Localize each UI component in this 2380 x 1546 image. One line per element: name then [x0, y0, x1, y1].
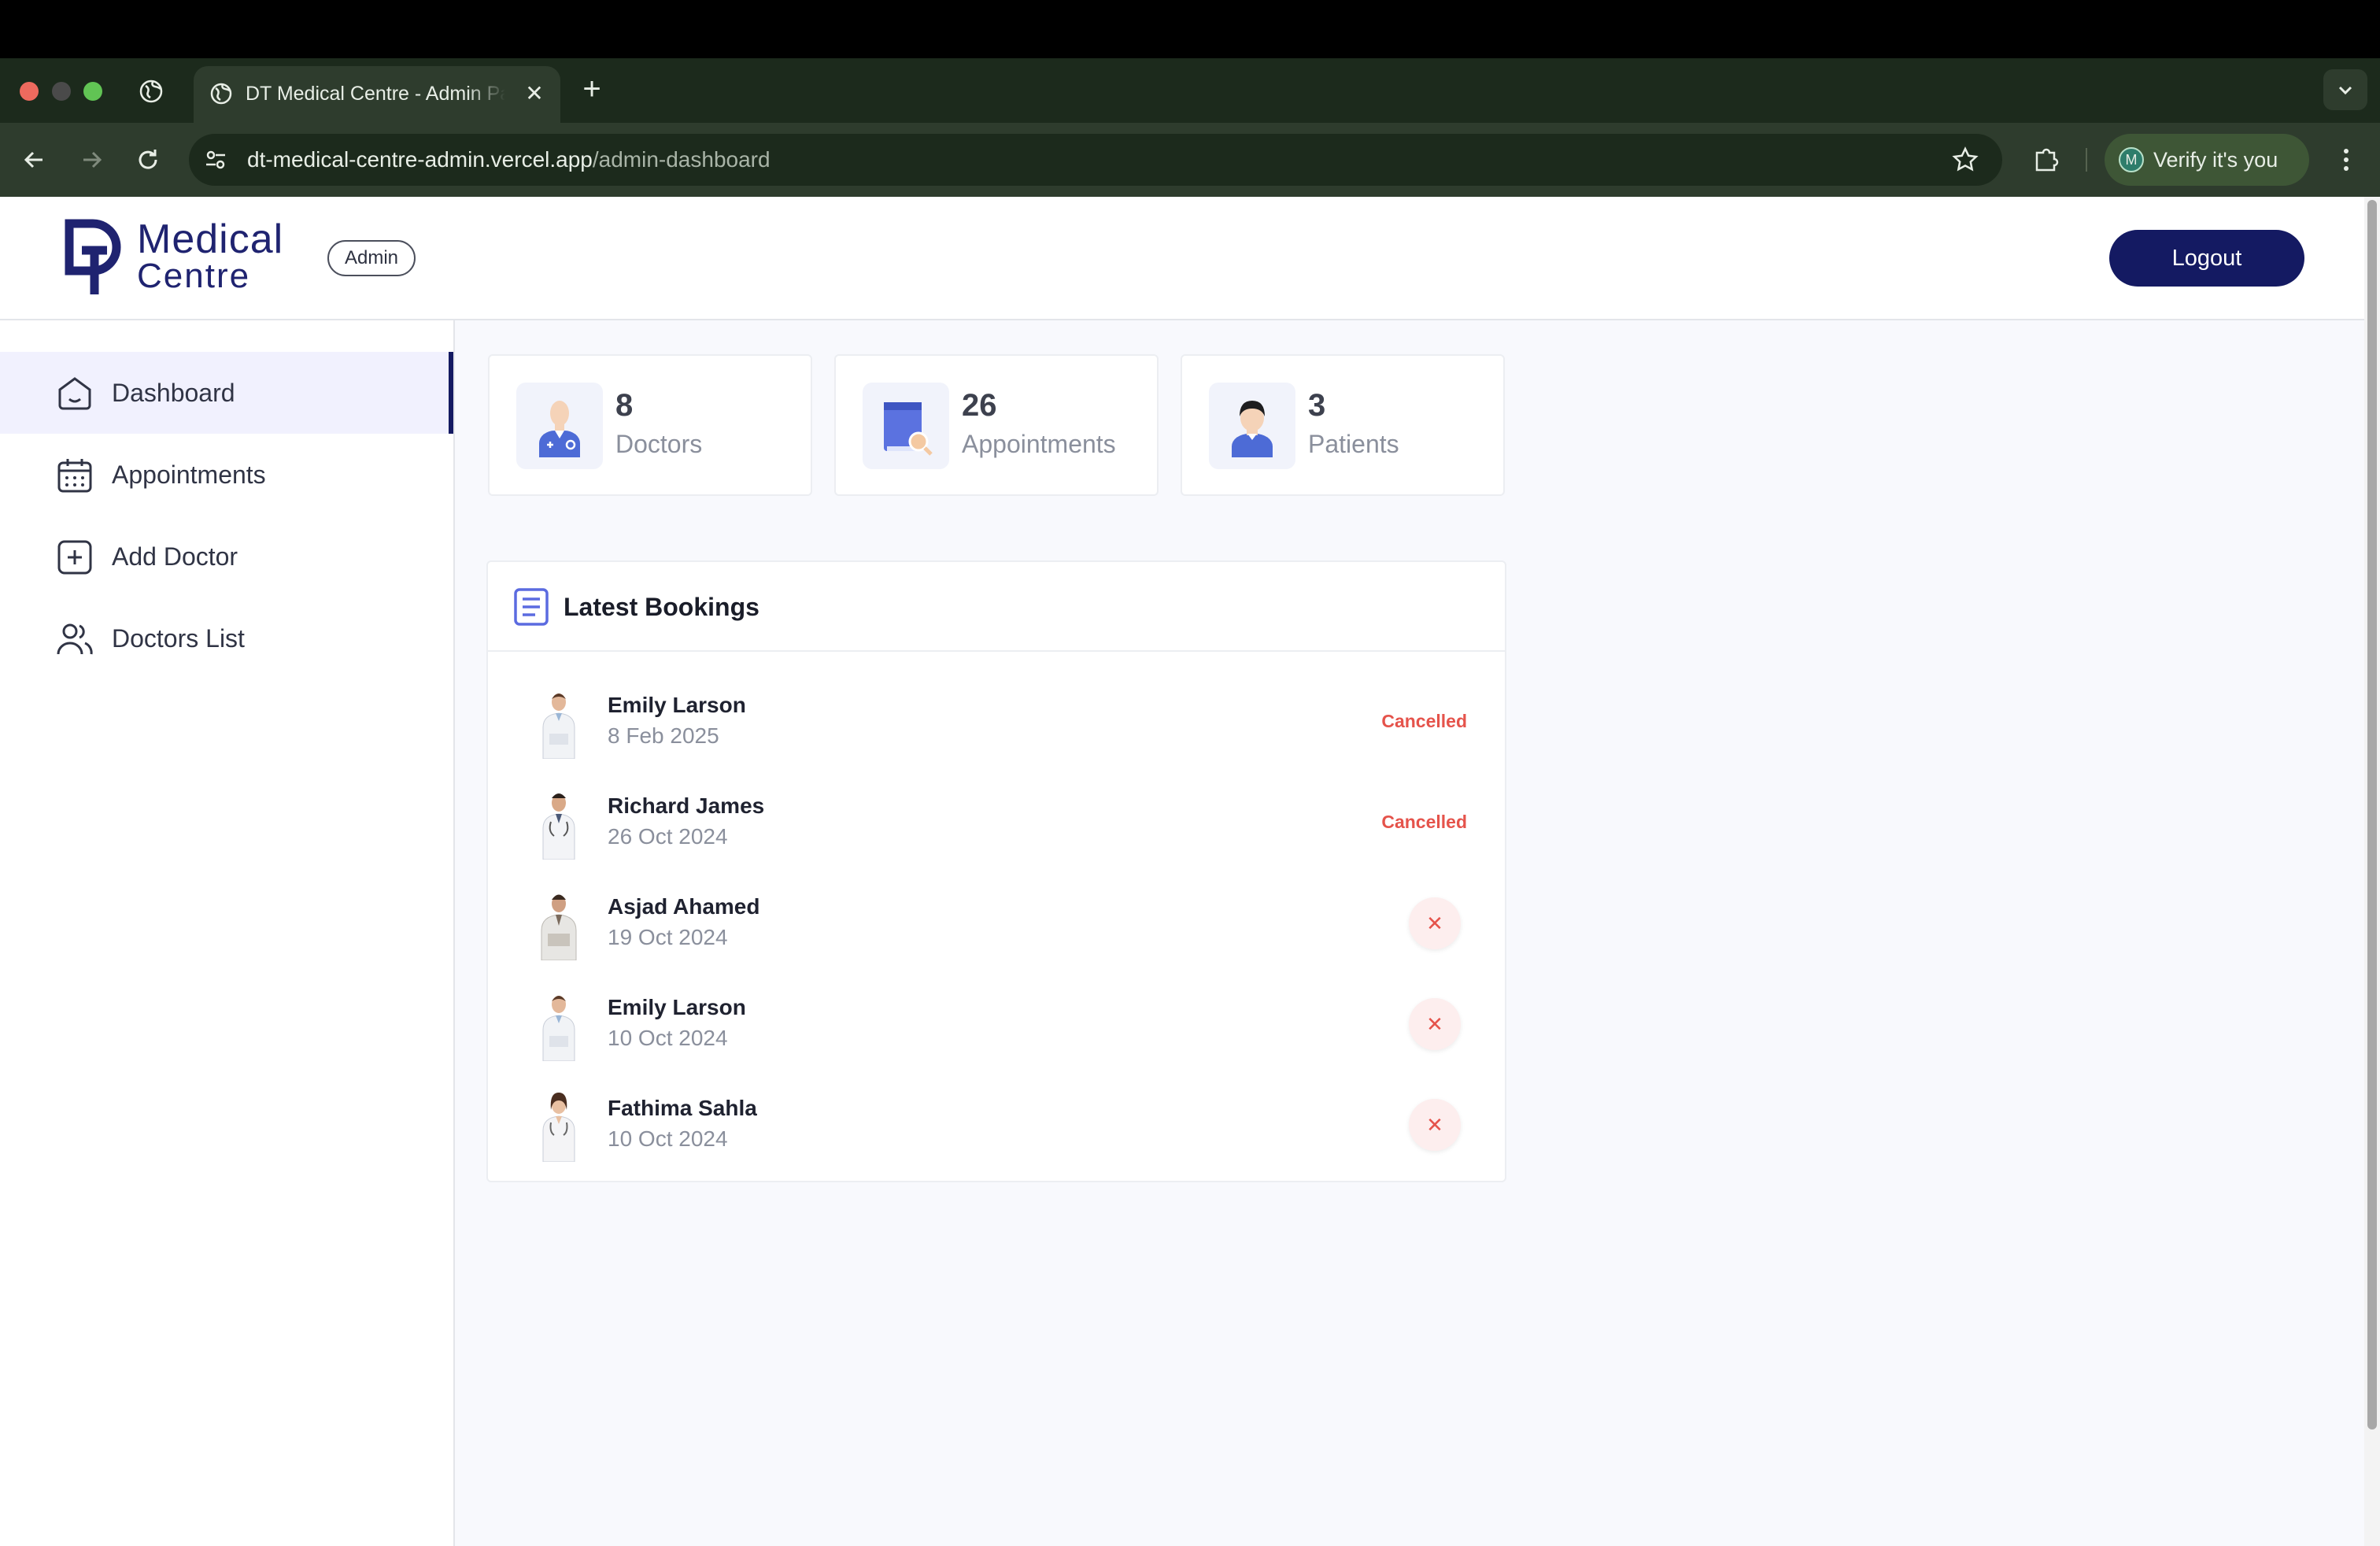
globe-icon[interactable]: [139, 79, 164, 104]
booking-row: Fathima Sahla 10 Oct 2024 ✕: [488, 1075, 1505, 1176]
sidebar-item-dashboard[interactable]: Dashboard: [0, 352, 453, 434]
url-host: dt-medical-centre-admin.vercel.app: [247, 147, 593, 172]
sidebar-item-add-doctor[interactable]: Add Doctor: [0, 516, 453, 597]
tab-search-button[interactable]: [2323, 69, 2367, 110]
doctor-name: Fathima Sahla: [608, 1096, 757, 1120]
booking-row: Richard James 26 Oct 2024 Cancelled: [488, 773, 1505, 874]
more-menu-icon[interactable]: [2334, 145, 2358, 175]
app-header: Medical Centre Admin Logout: [0, 197, 2364, 320]
scrollbar-thumb[interactable]: [2367, 200, 2377, 1429]
doctor-name: Richard James: [608, 793, 765, 818]
sidebar-item-appointments[interactable]: Appointments: [0, 434, 453, 516]
latest-bookings-title: Latest Bookings: [564, 593, 759, 621]
booking-date: 26 Oct 2024: [608, 824, 728, 849]
tab-title: DT Medical Centre - Admin Panel: [246, 83, 505, 105]
people-icon: [57, 623, 93, 655]
stat-label: Patients: [1308, 430, 1399, 458]
globe-icon: [210, 83, 232, 105]
doctor-photo: [542, 996, 575, 1061]
status-badge: Cancelled: [1381, 812, 1467, 832]
logout-button[interactable]: Logout: [2109, 230, 2304, 287]
doctor-name: Emily Larson: [608, 995, 746, 1019]
new-tab-button[interactable]: +: [578, 73, 606, 105]
profile-verify-button[interactable]: M Verify it's you: [2105, 134, 2309, 186]
toolbar-divider: [2086, 148, 2087, 172]
stat-value: 8: [615, 388, 634, 423]
site-settings-icon[interactable]: [203, 147, 228, 172]
bookmark-star-icon[interactable]: [1952, 146, 1979, 173]
macos-menubar: [0, 0, 2380, 58]
browser-tab-active[interactable]: DT Medical Centre - Admin Panel ✕: [194, 66, 560, 123]
page-viewport: Medical Centre Admin Logout Dashboard Ap…: [0, 197, 2380, 1546]
cancel-appointment-button[interactable]: ✕: [1409, 998, 1461, 1050]
booking-date: 10 Oct 2024: [608, 1126, 728, 1151]
status-badge: Cancelled: [1381, 711, 1467, 731]
dt-logo-mark: [65, 219, 121, 294]
appointment-book-icon: [884, 402, 933, 456]
logo-text-line2: Centre: [137, 257, 251, 295]
calendar-icon: [57, 459, 92, 493]
doctor-photo: [541, 894, 577, 960]
booking-date: 19 Oct 2024: [608, 925, 728, 949]
logo[interactable]: Medical Centre: [65, 217, 309, 299]
url-path: /admin-dashboard: [592, 147, 771, 172]
reload-icon[interactable]: [132, 144, 164, 176]
patient-icon: [1232, 401, 1273, 457]
profile-avatar: M: [2119, 147, 2144, 172]
stat-icon-box: [863, 383, 949, 469]
tab-close-icon[interactable]: ✕: [521, 80, 548, 107]
booking-date: 10 Oct 2024: [608, 1026, 728, 1050]
cancel-appointment-button[interactable]: ✕: [1409, 1099, 1461, 1151]
forward-arrow-icon[interactable]: [76, 144, 107, 176]
stat-card-appointments[interactable]: 26 Appointments: [834, 354, 1159, 496]
stat-card-doctors[interactable]: 8 Doctors: [488, 354, 812, 496]
sidebar-item-label: Appointments: [112, 460, 266, 489]
cancel-appointment-button[interactable]: ✕: [1409, 897, 1461, 949]
back-arrow-icon[interactable]: [19, 144, 50, 176]
logo-text-line1: Medical: [137, 216, 284, 262]
sidebar-item-label: Dashboard: [112, 379, 235, 407]
doctor-photo: [542, 1093, 575, 1162]
window-maximize-button[interactable]: [83, 82, 102, 101]
booking-row: Emily Larson 10 Oct 2024 ✕: [488, 975, 1505, 1075]
sidebar-item-label: Add Doctor: [112, 542, 238, 571]
home-icon: [58, 377, 91, 410]
booking-row: Asjad Ahamed 19 Oct 2024 ✕: [488, 874, 1505, 975]
doctor-name: Emily Larson: [608, 693, 746, 717]
address-bar[interactable]: dt-medical-centre-admin.vercel.app/admin…: [189, 134, 2002, 186]
add-square-icon: [57, 540, 92, 575]
stat-icon-box: [1209, 383, 1295, 469]
latest-bookings-header: Latest Bookings: [488, 562, 1505, 652]
url-text[interactable]: dt-medical-centre-admin.vercel.app/admin…: [247, 146, 771, 174]
stat-label: Doctors: [615, 430, 703, 458]
sidebar-item-doctors-list[interactable]: Doctors List: [0, 597, 453, 679]
doctor-photo: [542, 793, 575, 860]
verify-label: Verify it's you: [2153, 148, 2278, 172]
window-minimize-button[interactable]: [52, 82, 71, 101]
list-icon: [514, 588, 549, 626]
stat-icon-box: [516, 383, 603, 469]
window-close-button[interactable]: [20, 82, 39, 101]
latest-bookings-panel: Latest Bookings Emily Larson 8 Feb 2025 …: [486, 560, 1506, 1182]
stat-value: 3: [1308, 388, 1326, 423]
stat-value: 26: [962, 388, 997, 423]
extensions-puzzle-icon[interactable]: [2031, 145, 2060, 175]
doctor-photo: [542, 693, 575, 759]
sidebar: Dashboard Appointments Add Doctor Doctor…: [0, 320, 455, 1546]
stat-card-patients[interactable]: 3 Patients: [1181, 354, 1505, 496]
role-badge: Admin: [327, 240, 416, 276]
sidebar-item-label: Doctors List: [112, 624, 245, 653]
doctor-name: Asjad Ahamed: [608, 894, 760, 919]
chevron-down-icon: [2338, 86, 2352, 95]
doctor-icon: [539, 401, 580, 457]
booking-date: 8 Feb 2025: [608, 723, 719, 748]
booking-row: Emily Larson 8 Feb 2025 Cancelled: [488, 672, 1505, 773]
stat-label: Appointments: [962, 430, 1116, 458]
